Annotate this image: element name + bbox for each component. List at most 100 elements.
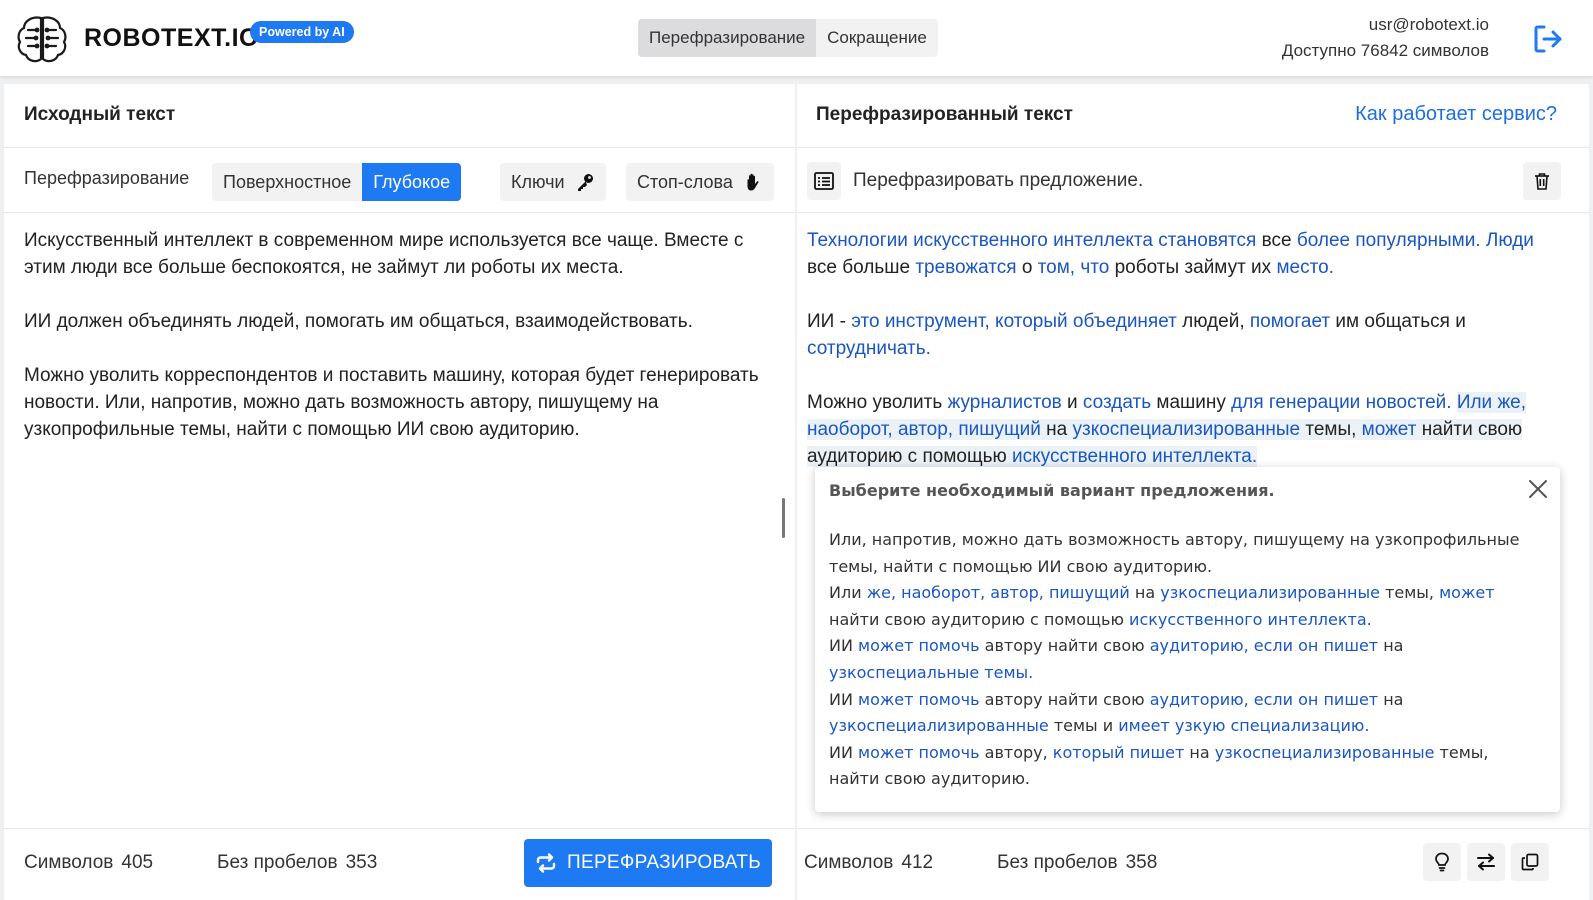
result-footer: Символов 412 Без пробелов 358 — [797, 828, 1589, 900]
text-fragment: о — [1016, 257, 1038, 278]
changed-phrase[interactable]: сотрудничать. — [807, 338, 931, 359]
changed-phrase[interactable]: том, что — [1038, 257, 1110, 278]
refresh-icon — [536, 853, 556, 873]
changed-phrase[interactable]: искусственного интеллекта. — [1129, 610, 1372, 629]
changed-phrase[interactable]: узкоспециализированные — [1072, 419, 1301, 440]
result-paragraph: Можно уволить журналистов и создать маши… — [807, 389, 1547, 470]
changed-phrase[interactable]: узкоспециализированные — [1215, 743, 1435, 762]
result-char-count: Символов 412 — [804, 852, 933, 874]
variant-option[interactable]: ИИ может помочь автору найти свою аудито… — [829, 633, 1541, 686]
powered-by-ai-badge: Powered by AI — [250, 21, 354, 43]
tab-paraphrase[interactable]: Перефразирование — [638, 19, 817, 57]
changed-phrase[interactable]: узкоспециальные темы. — [829, 663, 1033, 682]
source-title: Исходный текст — [24, 104, 176, 125]
tab-shorten[interactable]: Сокращение — [816, 19, 938, 57]
keys-button[interactable]: Ключи — [500, 163, 606, 201]
changed-phrase[interactable]: создать — [1083, 392, 1151, 413]
changed-phrase[interactable]: более популярными. Люди — [1297, 230, 1534, 251]
depth-deep-button[interactable]: Глубокое — [362, 163, 462, 201]
changed-phrase[interactable]: может — [1439, 583, 1494, 602]
sentence-paraphrase-label: Перефразировать предложение. — [853, 170, 1144, 191]
changed-phrase[interactable]: искусственного интеллекта. — [1012, 446, 1258, 467]
text-fragment: на — [1378, 636, 1404, 656]
changed-phrase[interactable]: помогает — [1250, 311, 1330, 332]
chars-value: 412 — [901, 852, 934, 873]
how-it-works-link[interactable]: Как работает сервис? — [1355, 103, 1557, 126]
copy-icon — [1521, 853, 1539, 871]
changed-phrase[interactable]: аудиторию, если он пишет — [1150, 636, 1378, 655]
sentence-paraphrase-control[interactable]: Перефразировать предложение. — [807, 162, 1143, 200]
source-nospace-count: Без пробелов 353 — [217, 852, 377, 874]
source-char-count: Символов 405 — [24, 852, 153, 874]
list-icon-button[interactable] — [807, 162, 841, 200]
copy-button[interactable] — [1511, 843, 1549, 881]
changed-phrase[interactable]: это инструмент, который объединяет — [851, 311, 1177, 332]
changed-phrase[interactable]: аудиторию, если он пишет — [1150, 690, 1378, 709]
variant-option[interactable]: Или же, наоборот, автор, пишущий на узко… — [829, 580, 1541, 633]
depth-surface-button[interactable]: Поверхностное — [212, 163, 362, 201]
user-email: usr@robotext.io — [1368, 15, 1489, 34]
logout-icon[interactable] — [1532, 23, 1564, 55]
trash-icon — [1535, 173, 1549, 190]
changed-phrase[interactable]: журналистов — [948, 392, 1062, 413]
text-fragment: ИИ — [829, 689, 859, 709]
result-text-area[interactable]: Технологии искусственного интеллекта ста… — [807, 227, 1547, 497]
result-paragraph: Технологии искусственного интеллекта ста… — [807, 227, 1547, 281]
keys-label: Ключи — [511, 171, 565, 192]
nospace-value: 358 — [1125, 852, 1158, 873]
panel-splitter-handle[interactable] — [782, 498, 785, 538]
result-toolbar: Перефразировать предложение. — [797, 148, 1589, 213]
changed-phrase[interactable]: имеет узкую специализацию. — [1118, 716, 1369, 735]
nospace-value: 353 — [345, 852, 378, 873]
changed-phrase[interactable]: же, наоборот, автор, пишущий — [867, 583, 1130, 602]
changed-phrase[interactable]: тревожатся — [915, 257, 1016, 278]
text-fragment: Можно уволить — [807, 392, 948, 413]
text-fragment: темы, — [1300, 419, 1362, 440]
text-fragment: им общаться и — [1330, 311, 1466, 332]
app-header: ROBOTEXT.IO Powered by AI Перефразирован… — [0, 0, 1593, 76]
changed-phrase[interactable]: узкоспециализированные — [1160, 583, 1380, 602]
changed-phrase[interactable]: Технологии искусственного интеллекта ста… — [807, 230, 1256, 251]
swap-button[interactable] — [1467, 843, 1505, 881]
text-fragment: на — [1040, 419, 1073, 440]
source-paragraph: Можно уволить корреспондентов и поставит… — [24, 365, 759, 440]
changed-phrase[interactable]: может помочь — [858, 690, 980, 709]
text-fragment: роботы займут их — [1109, 257, 1277, 278]
text-fragment: ИИ — [829, 742, 859, 762]
changed-phrase[interactable]: может помочь — [858, 636, 980, 655]
text-fragment: ИИ — [829, 636, 859, 656]
key-icon — [577, 174, 593, 191]
text-fragment: найти свою аудиторию с помощью — [829, 609, 1130, 629]
text-fragment: машину — [1151, 392, 1232, 413]
changed-phrase[interactable]: который пишет — [1053, 743, 1185, 762]
text-fragment: на — [1378, 689, 1404, 709]
paraphrase-button[interactable]: ПЕРЕФРАЗИРОВАТЬ — [524, 839, 772, 887]
chars-value: 405 — [121, 852, 154, 873]
source-toolbar: Перефразирование Поверхностное Глубокое … — [4, 148, 795, 213]
lightbulb-icon — [1435, 852, 1449, 872]
hand-stop-icon — [747, 173, 759, 191]
depth-toggle: Поверхностное Глубокое — [212, 163, 462, 201]
text-fragment: Или, напротив, можно дать возможность ав… — [829, 530, 1520, 576]
chars-label: Символов — [804, 852, 894, 873]
stopwords-button[interactable]: Стоп-слова — [626, 163, 774, 201]
variant-option[interactable]: ИИ может помочь автору найти свою аудито… — [829, 687, 1541, 740]
close-icon[interactable] — [1526, 477, 1550, 501]
text-fragment: людей, — [1176, 311, 1250, 332]
variant-option[interactable]: Или, напротив, можно дать возможность ав… — [829, 527, 1541, 580]
changed-phrase[interactable]: может — [1361, 419, 1417, 440]
changed-phrase[interactable]: узкоспециализированные — [829, 716, 1049, 735]
changed-phrase[interactable]: может помочь — [858, 743, 980, 762]
text-fragment: темы и — [1048, 716, 1119, 736]
source-paragraph: Искусственный интеллект в современном ми… — [24, 230, 744, 278]
variant-option[interactable]: ИИ может помочь автору, который пишет на… — [829, 740, 1541, 793]
brand-name: ROBOTEXT.IO — [84, 24, 259, 52]
clear-button[interactable] — [1523, 162, 1561, 200]
popup-title: Выберите необходимый вариант предложения… — [829, 481, 1275, 500]
source-text-area[interactable]: Искусственный интеллект в современном ми… — [24, 227, 774, 470]
text-fragment: ИИ - — [807, 311, 852, 332]
changed-phrase[interactable]: для генерации новостей. — [1231, 392, 1451, 413]
changed-phrase[interactable]: место. — [1276, 257, 1333, 278]
hint-button[interactable] — [1423, 843, 1461, 881]
chars-label: Символов — [24, 852, 114, 873]
